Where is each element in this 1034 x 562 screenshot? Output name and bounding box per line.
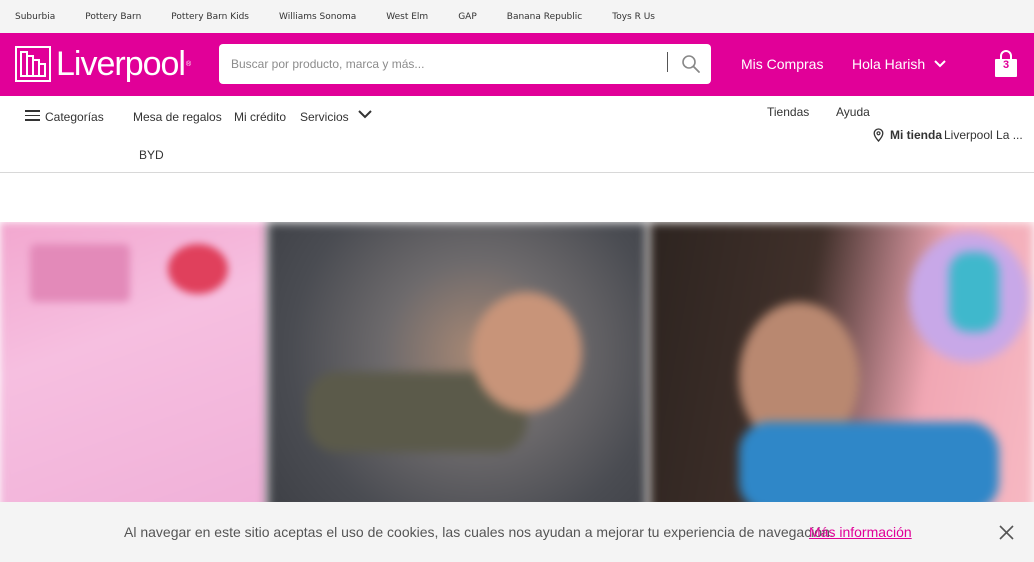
search-input[interactable] (219, 44, 659, 84)
nav-mesa-de-regalos[interactable]: Mesa de regalos (133, 110, 222, 124)
nav-byd[interactable]: BYD (139, 148, 164, 162)
cart-count: 3 (1002, 59, 1010, 71)
location-pin-icon (873, 128, 884, 142)
search-icon[interactable] (679, 52, 703, 76)
brand-link-suburbia[interactable]: Suburbia (15, 12, 55, 22)
logo-registered-mark: ® (185, 60, 192, 68)
chevron-down-icon[interactable] (357, 108, 373, 120)
hero-panel-right (649, 222, 1034, 512)
cookie-banner: Al navegar en este sitio aceptas el uso … (0, 502, 1034, 562)
cart-button[interactable]: 3 (994, 50, 1018, 78)
chevron-down-icon (934, 60, 946, 68)
main-nav: Categorías Mesa de regalos Mi crédito Se… (0, 96, 1034, 173)
nav-categorias[interactable]: Categorías (45, 110, 104, 124)
hero-panel-center (267, 222, 647, 512)
search-divider (667, 52, 668, 72)
brand-link-banana-republic[interactable]: Banana Republic (507, 12, 582, 22)
close-icon[interactable] (999, 525, 1014, 540)
logo-text: Liverpool (56, 45, 186, 83)
cookie-more-info-link[interactable]: Más información (809, 524, 912, 540)
brand-link-west-elm[interactable]: West Elm (386, 12, 428, 22)
mis-compras-link[interactable]: Mis Compras (741, 56, 823, 72)
brand-link-toys-r-us[interactable]: Toys R Us (612, 12, 655, 22)
nav-mi-credito[interactable]: Mi crédito (234, 110, 286, 124)
nav-ayuda[interactable]: Ayuda (836, 105, 870, 119)
hero-banner[interactable] (0, 222, 1034, 512)
brand-link-pottery-barn-kids[interactable]: Pottery Barn Kids (171, 12, 249, 22)
liverpool-logo[interactable]: Liverpool ® (15, 44, 191, 84)
mi-tienda-selector[interactable]: Liverpool La ... (944, 128, 1023, 142)
cookie-message: Al navegar en este sitio aceptas el uso … (124, 524, 834, 540)
menu-icon[interactable] (25, 110, 40, 121)
nav-tiendas[interactable]: Tiendas (767, 105, 809, 119)
mi-tienda-label: Mi tienda (890, 128, 943, 142)
nav-servicios[interactable]: Servicios (300, 110, 349, 124)
search-bar (219, 44, 711, 84)
site-header: Liverpool ® Mis Compras Hola Harish 3 (0, 33, 1034, 96)
account-menu[interactable]: Hola Harish (852, 56, 947, 72)
liverpool-logo-icon (15, 46, 51, 82)
account-greeting: Hola Harish (852, 56, 926, 72)
hero-panel-left (0, 222, 267, 512)
brand-link-williams-sonoma[interactable]: Williams Sonoma (279, 12, 356, 22)
brand-link-gap[interactable]: GAP (458, 12, 477, 22)
brand-link-pottery-barn[interactable]: Pottery Barn (85, 12, 141, 22)
brand-bar: Suburbia Pottery Barn Pottery Barn Kids … (0, 0, 1034, 33)
